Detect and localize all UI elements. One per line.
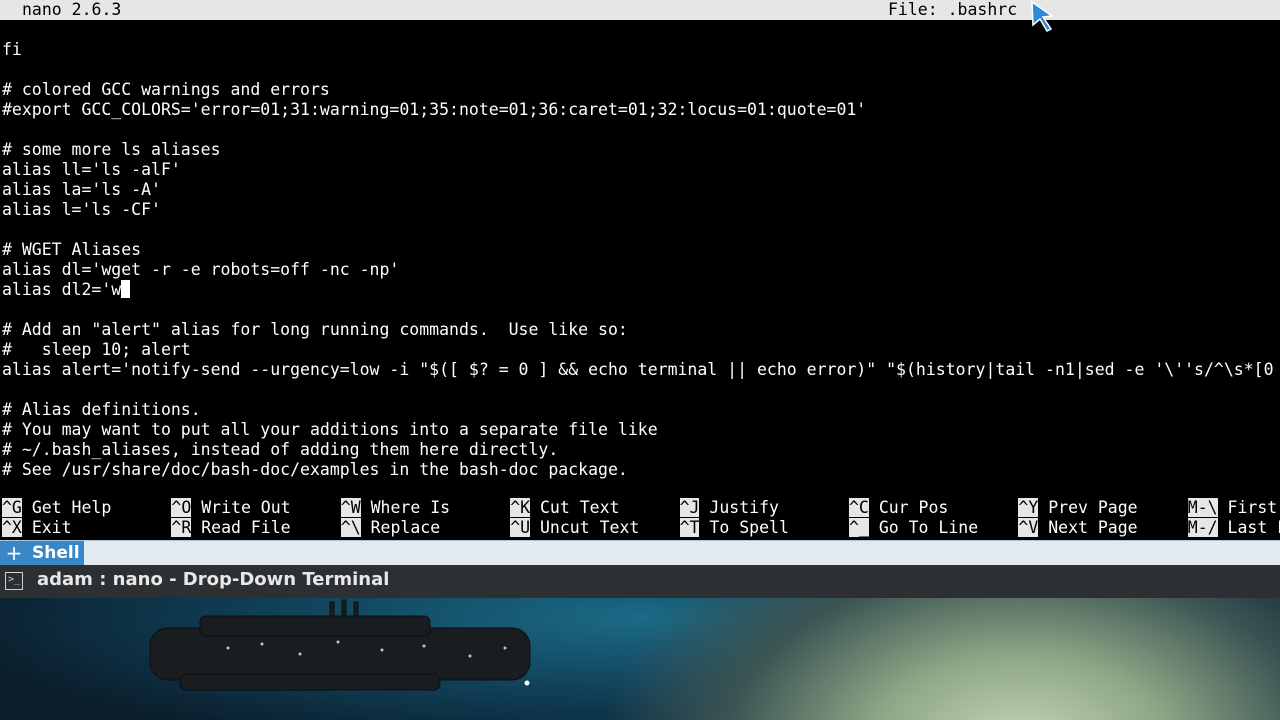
editor-line: # You may want to put all your additions… xyxy=(2,420,658,439)
shortcut-item[interactable]: ^O Write Out xyxy=(171,498,291,518)
shortcut-key: ^U xyxy=(510,518,531,537)
shortcut-key: ^O xyxy=(171,498,192,517)
shortcut-label: First xyxy=(1227,498,1278,517)
editor-line: # See /usr/share/doc/bash-doc/examples i… xyxy=(2,460,628,479)
editor-line: alias dl2='w xyxy=(2,280,1280,300)
editor-line: # ~/.bash_aliases, instead of adding the… xyxy=(2,440,559,459)
shortcut-label: Uncut Text xyxy=(540,518,640,537)
window-title-bar: >_ adam : nano - Drop-Down Terminal xyxy=(0,565,1280,598)
spaceship-image xyxy=(149,599,531,691)
shortcut-label: Read File xyxy=(201,518,291,537)
shortcut-label: Write Out xyxy=(201,498,291,517)
shortcut-item[interactable]: ^V Next Page xyxy=(1018,518,1138,538)
shortcut-item[interactable]: ^Y Prev Page xyxy=(1018,498,1138,518)
shortcut-key: ^X xyxy=(2,518,22,537)
editor-line: # WGET Aliases xyxy=(2,240,142,259)
shortcut-label: Replace xyxy=(370,518,441,537)
shortcut-key: ^Y xyxy=(1018,498,1039,517)
tab-shell[interactable]: + Shell xyxy=(0,541,84,565)
shortcut-label: Prev Page xyxy=(1048,498,1138,517)
editor-line: #export GCC_COLORS='error=01;31:warning=… xyxy=(2,100,867,119)
shortcut-label: Justify xyxy=(709,498,779,517)
shortcut-item[interactable]: ^R Read File xyxy=(171,518,291,538)
shortcut-label: Cur Pos xyxy=(878,498,949,517)
shortcut-key: ^R xyxy=(171,518,192,537)
shortcut-key: ^G xyxy=(2,498,22,517)
shortcut-key: ^K xyxy=(510,498,531,517)
shortcut-item[interactable]: ^G Get Help xyxy=(2,498,111,518)
editor-line: # sleep 10; alert xyxy=(2,340,191,359)
editor-line: alias la='ls -A' xyxy=(2,180,161,199)
editor-line: fi xyxy=(2,40,22,59)
shortcut-item[interactable]: ^U Uncut Text xyxy=(510,518,639,538)
shortcut-item[interactable]: M-/ Last L xyxy=(1187,518,1280,538)
shortcut-key: ^J xyxy=(679,498,700,517)
shortcut-item[interactable]: ^J Justify xyxy=(679,498,779,518)
shortcut-key: M-/ xyxy=(1187,518,1218,537)
editor-line: alias alert='notify-send --urgency=low -… xyxy=(2,360,1274,379)
shortcut-label: Exit xyxy=(31,518,72,537)
shortcut-label: Go To Line xyxy=(878,518,979,537)
shortcut-label: Cut Text xyxy=(540,498,620,517)
shortcut-label: Next Page xyxy=(1048,518,1138,537)
shortcut-label: Last L xyxy=(1227,518,1280,537)
shortcut-key: ^T xyxy=(679,518,700,537)
terminal-icon: >_ xyxy=(5,572,23,590)
shortcut-item[interactable]: ^X Exit xyxy=(2,518,72,538)
shortcut-item[interactable]: ^C Cur Pos xyxy=(849,498,948,518)
shortcut-key: ^V xyxy=(1018,518,1039,537)
file-name-label: File: .bashrc xyxy=(888,0,1018,19)
editor-area[interactable]: fi # colored GCC warnings and errors #expo… xyxy=(2,40,1280,480)
shortcut-key: ^W xyxy=(340,498,361,517)
shortcut-item[interactable]: ^\ Replace xyxy=(340,518,441,538)
editor-line: # Add an "alert" alias for long running … xyxy=(2,320,628,339)
terminal-tab-bar: + Shell xyxy=(0,540,1280,565)
nano-title-bar: nano 2.6.3 File: .bashrc xyxy=(0,0,1280,20)
editor-line: # Alias definitions. xyxy=(2,400,201,419)
shortcut-bar: ^G Get Help ^X Exit ^O Write Out ^R Read Fi… xyxy=(0,498,1280,538)
mouse-pointer-icon xyxy=(1031,0,1055,32)
editor-line: alias dl='wget -r -e robots=off -nc -np' xyxy=(2,260,400,279)
shortcut-item[interactable]: ^T To Spell xyxy=(679,518,789,538)
editor-line: alias ll='ls -alF' xyxy=(2,160,181,179)
shortcut-item[interactable]: ^W Where Is xyxy=(340,498,451,518)
text-cursor xyxy=(121,280,131,298)
nano-version: nano 2.6.3 xyxy=(22,0,122,19)
desktop-wallpaper xyxy=(0,598,1280,720)
shortcut-item[interactable]: ^K Cut Text xyxy=(510,498,619,518)
shortcut-label: Get Help xyxy=(31,498,112,517)
window-title: adam : nano - Drop-Down Terminal xyxy=(37,569,390,590)
editor-line: # some more ls aliases xyxy=(2,140,221,159)
shortcut-key: M-\ xyxy=(1187,498,1218,517)
editor-line: alias l='ls -CF' xyxy=(2,200,161,219)
shortcut-label: Where Is xyxy=(370,498,451,517)
editor-line: # colored GCC warnings and errors xyxy=(2,80,330,99)
shortcut-item[interactable]: ^_ Go To Line xyxy=(849,518,978,538)
shortcut-item[interactable]: M-\ First xyxy=(1187,498,1278,518)
shortcut-key: ^\ xyxy=(340,518,361,537)
shortcut-label: To Spell xyxy=(709,518,789,537)
plus-icon[interactable]: + xyxy=(4,541,24,565)
shortcut-key: ^_ xyxy=(849,518,869,537)
tab-shell-label: Shell xyxy=(32,543,80,563)
shortcut-key: ^C xyxy=(849,498,869,517)
